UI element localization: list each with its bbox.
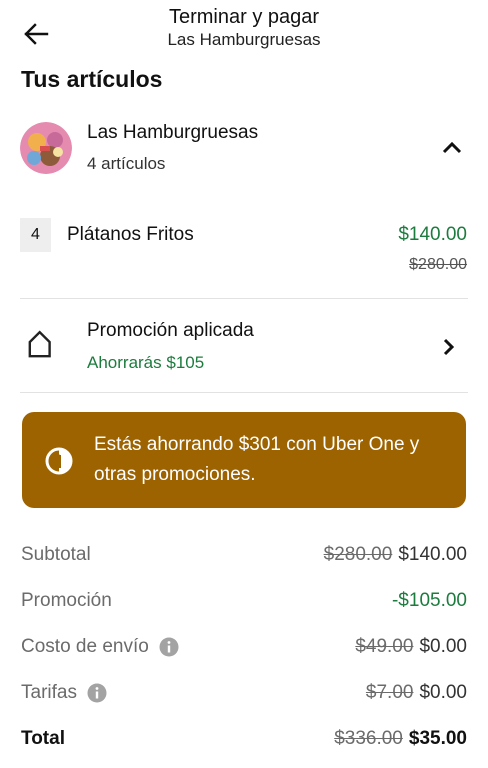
page-subtitle: Las Hamburgruesas	[167, 30, 321, 49]
uber-one-savings-banner: Estás ahorrando $301 con Uber One y otra…	[22, 412, 466, 508]
promotion-value: -$105.00	[391, 590, 467, 611]
promo-savings: Ahorrarás $105	[87, 353, 205, 372]
store-item-count: 4 artículos	[87, 154, 166, 173]
subtotal-row: Subtotal $280.00 $140.00	[0, 544, 488, 574]
fees-label: Tarifas	[21, 682, 77, 703]
info-icon[interactable]	[87, 683, 107, 703]
banner-text: Estás ahorrando $301 con Uber One y otra…	[94, 434, 420, 485]
divider	[20, 392, 468, 393]
store-avatar	[20, 122, 72, 174]
total-value: $35.00	[408, 728, 467, 749]
uber-one-icon	[45, 447, 73, 475]
subtotal-old-value: $280.00	[323, 544, 393, 565]
item-original-price: $280.00	[409, 256, 467, 273]
cart-item-row[interactable]: 4 Plátanos Fritos $140.00 $280.00	[0, 214, 488, 284]
collapse-button[interactable]	[440, 138, 464, 158]
delivery-fee-row: Costo de envío $49.00 $0.00	[0, 636, 488, 666]
item-name: Plátanos Fritos	[67, 224, 194, 245]
total-row: Total $336.00 $35.00	[0, 728, 488, 758]
divider	[20, 298, 468, 299]
chevron-right-icon	[443, 338, 455, 356]
info-icon[interactable]	[159, 637, 179, 657]
delivery-fee-label: Costo de envío	[21, 636, 149, 657]
total-label: Total	[21, 728, 65, 749]
page-title: Terminar y pagar	[168, 6, 320, 28]
delivery-fee-old-value: $49.00	[355, 636, 414, 657]
promo-title: Promoción aplicada	[87, 320, 254, 341]
section-title-items: Tus artículos	[21, 66, 163, 92]
store-row[interactable]: Las Hamburgruesas 4 artículos	[0, 114, 488, 184]
item-price: $140.00	[398, 224, 467, 245]
delivery-fee-value: $0.00	[419, 636, 467, 657]
chevron-up-icon	[442, 141, 462, 154]
promo-applied-row[interactable]: Promoción aplicada Ahorrarás $105	[0, 306, 488, 386]
fees-old-value: $7.00	[365, 682, 414, 703]
promotion-row: Promoción -$105.00	[0, 590, 488, 620]
fees-row: Tarifas $7.00 $0.00	[0, 682, 488, 712]
promotion-label: Promoción	[21, 590, 112, 611]
header: Terminar y pagar Las Hamburgruesas	[0, 0, 488, 60]
subtotal-value: $140.00	[398, 544, 467, 565]
total-old-value: $336.00	[334, 728, 403, 749]
tag-icon	[28, 330, 51, 358]
item-quantity[interactable]: 4	[20, 218, 51, 252]
subtotal-label: Subtotal	[21, 544, 91, 565]
fees-value: $0.00	[419, 682, 467, 703]
store-name: Las Hamburgruesas	[87, 122, 259, 143]
